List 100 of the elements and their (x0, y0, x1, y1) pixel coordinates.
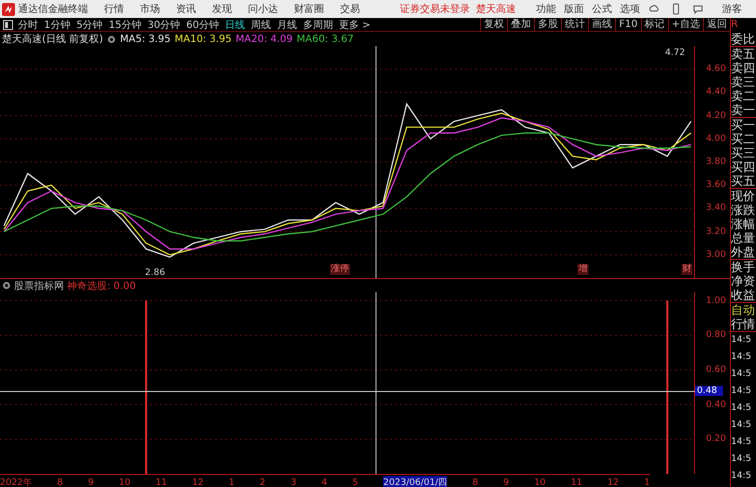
logo-icon (2, 2, 15, 16)
time-axis-label: 8 (472, 478, 478, 487)
chart-title: 楚天高速(日线 前复权) (2, 32, 103, 46)
menu-item[interactable]: 交易 (340, 2, 360, 16)
quote-label: 买五 (731, 174, 756, 188)
quote-label: 卖五 (731, 47, 756, 61)
quote-label: 行情 (731, 317, 756, 331)
time-axis-label: 4 (321, 478, 328, 487)
axis-tick-label: 4.00 (706, 134, 726, 144)
time-axis-label: 8 (57, 478, 63, 487)
quote-label: 收益 (731, 288, 756, 302)
trade-time: 14:5 (731, 419, 752, 432)
quote-label: 净资 (731, 274, 756, 288)
menu-item[interactable]: 版面 (564, 2, 584, 16)
period-tab[interactable]: 5分钟 (76, 18, 103, 32)
period-tab[interactable]: 分时 (18, 18, 38, 32)
period-tab[interactable]: 30分钟 (147, 18, 180, 32)
axis-tick-label: 0.40 (706, 400, 726, 410)
period-tab[interactable]: 15分钟 (108, 18, 142, 32)
axis-tick-label: 4.20 (706, 110, 726, 121)
menu-item[interactable]: 发现 (212, 2, 232, 16)
quote-label: 卖一 (731, 103, 756, 117)
legend-label: MA10: 3.95 (174, 34, 232, 44)
quote-label: 卖二 (731, 89, 756, 103)
trade-time: 14:5 (731, 436, 752, 449)
corner-label: R (731, 18, 739, 32)
time-axis-label: 2022年 (0, 476, 32, 487)
period-tab[interactable]: 多周期 (302, 18, 333, 32)
menu-item[interactable]: 选项 (620, 2, 640, 16)
legend-label: MA5: 3.95 (120, 34, 171, 44)
axis-tick-label: 3.40 (706, 203, 726, 214)
notice-link[interactable]: 证券交易未登录 (400, 2, 470, 16)
time-axis-label: 2023/06/01/四 (383, 476, 448, 487)
axis-tick-label: 3.20 (706, 226, 726, 237)
message-icon[interactable] (692, 3, 704, 15)
time-axis-label: 10 (534, 478, 546, 487)
period-tab[interactable]: 月线 (276, 18, 297, 32)
quote-label: 买三 (731, 146, 756, 160)
quote-label: 买二 (731, 132, 756, 146)
time-axis-label: 12 (607, 478, 619, 487)
axis-tick-label: 0.60 (706, 365, 726, 375)
time-axis-label: 2 (260, 478, 266, 487)
quote-label: 买四 (731, 160, 756, 174)
quote-label: 卖三 (731, 75, 756, 89)
app-title: 通达信金融终端 (18, 2, 88, 16)
event-marker[interactable]: 涨停 (330, 264, 350, 275)
trade-time: 14:5 (731, 334, 752, 347)
menu-item[interactable]: 问小达 (248, 2, 278, 16)
quote-label: 现价 (731, 189, 756, 203)
low-price-label: 2.86 (145, 268, 166, 278)
axis-tick-label: 0.20 (706, 434, 726, 444)
time-axis-label: 9 (503, 478, 510, 487)
period-tab[interactable]: 1分钟 (44, 18, 70, 32)
axis-tick-label: 1.00 (706, 296, 726, 306)
trade-time: 14:5 (731, 453, 752, 466)
time-axis-label: 11 (570, 478, 582, 487)
menu-item[interactable]: 市场 (140, 2, 160, 16)
quote-label: 换手 (731, 260, 756, 274)
quote-label: 涨幅 (731, 217, 756, 231)
time-axis-label: 1 (644, 478, 650, 487)
phone-icon[interactable] (670, 3, 682, 15)
period-tab[interactable]: 60分钟 (186, 18, 219, 32)
trade-time: 14:5 (731, 385, 752, 398)
quote-label: 自动 (731, 303, 756, 317)
period-tab[interactable]: 更多 > (338, 18, 371, 32)
trade-time: 14:5 (731, 368, 752, 381)
axis-tick-label: 4.60 (706, 64, 726, 74)
trade-time: 14:5 (731, 470, 752, 483)
quote-label: 外盘 (731, 245, 756, 259)
notice-link[interactable]: 楚天高速 (476, 2, 516, 16)
axis-tick-label: 3.60 (706, 180, 726, 190)
quote-label: 总量 (731, 231, 756, 245)
event-marker[interactable]: 财 (682, 264, 693, 275)
chart-button[interactable]: +自选 (668, 18, 703, 31)
period-tab[interactable]: 日线 (224, 18, 245, 32)
cursor-value-label: 0.48 (695, 386, 724, 396)
menu-item[interactable]: 财富圈 (294, 2, 324, 16)
user-label[interactable]: 游客 (722, 2, 742, 16)
quote-label: 买一 (731, 118, 756, 132)
menu-item[interactable]: 公式 (592, 2, 612, 16)
time-axis-label: 9 (88, 478, 94, 487)
time-axis-label: 10 (118, 478, 130, 487)
menu-item[interactable]: 行情 (104, 2, 124, 16)
legend-label: MA60: 3.67 (296, 34, 354, 44)
period-tab[interactable]: 周线 (250, 18, 271, 32)
event-marker[interactable]: 增 (577, 264, 588, 275)
legend-label: MA20: 4.09 (236, 34, 293, 44)
time-axis-label: 1 (228, 478, 234, 487)
panel-toggle-icon[interactable] (3, 20, 13, 30)
trade-time: 14:5 (731, 402, 752, 415)
axis-tick-label: 4.40 (706, 87, 726, 98)
indicator-reading: 神奇选股: 0.00 (67, 280, 136, 292)
quote-label: 委比 (731, 32, 756, 46)
indicator-name: 股票指标网 (14, 280, 64, 292)
trade-time: 14:5 (731, 351, 752, 364)
menu-item[interactable]: 资讯 (176, 2, 196, 16)
menu-item[interactable]: 功能 (536, 2, 556, 16)
high-price-label: 4.72 (665, 48, 686, 58)
axis-tick-label: 3.00 (706, 250, 726, 260)
time-axis-label: 3 (290, 478, 296, 487)
